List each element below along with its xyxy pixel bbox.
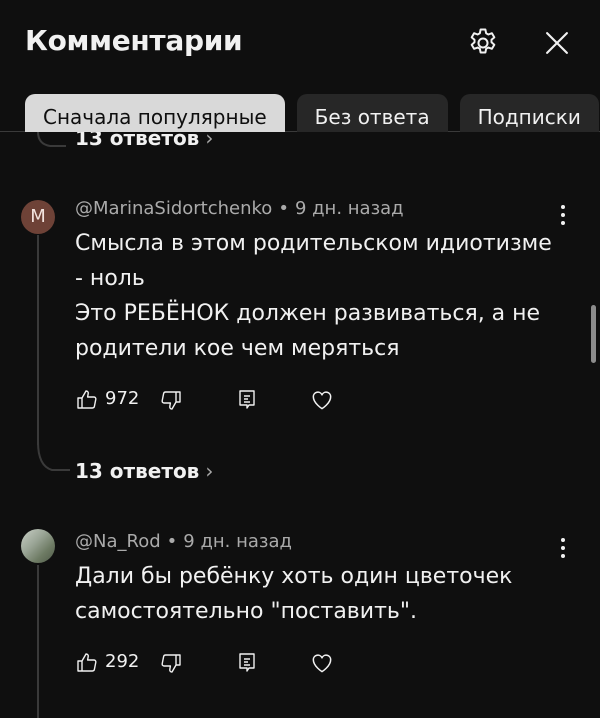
comment-line: самостоятельно "поставить". xyxy=(75,599,417,624)
comment-line: Дали бы ребёнку хоть один цветочек xyxy=(75,564,513,589)
comment-time: 9 дн. назад xyxy=(183,531,292,552)
replies-label: 13 ответов xyxy=(75,132,200,150)
thread-line xyxy=(37,565,39,718)
reply-icon[interactable] xyxy=(235,648,259,678)
meta-separator: • xyxy=(166,531,178,552)
comment-meta: @MarinaSidortchenko • 9 дн. назад xyxy=(75,198,404,219)
comment-text: Смысла в этом родительском идиотизме - н… xyxy=(75,226,580,366)
replies-toggle[interactable]: 13 ответов › xyxy=(75,459,213,483)
thread-connector xyxy=(37,442,70,471)
dislike-icon[interactable] xyxy=(159,648,183,678)
gear-icon[interactable] xyxy=(466,26,500,60)
chevron-right-icon: › xyxy=(205,459,214,483)
comment-line: - ноль xyxy=(75,266,145,291)
comments-list[interactable]: 13 ответов › M @MarinaSidortchenko • 9 дн. … xyxy=(0,132,600,718)
comment-meta: @Na_Rod • 9 дн. назад xyxy=(75,531,292,552)
heart-icon[interactable] xyxy=(309,385,335,415)
scrollbar[interactable] xyxy=(591,305,596,363)
chip-unanswered[interactable]: Без ответа xyxy=(296,94,448,132)
chip-subscriptions[interactable]: Подписки xyxy=(459,94,599,132)
avatar[interactable]: M xyxy=(21,200,55,234)
replies-toggle[interactable]: 13 ответов › xyxy=(75,132,213,150)
comments-header: Комментарии Сначала популярные Без ответа… xyxy=(0,0,600,132)
like-icon[interactable] xyxy=(75,648,99,678)
heart-icon[interactable] xyxy=(309,648,335,678)
replies-label: 13 ответов xyxy=(75,459,200,483)
meta-separator: • xyxy=(278,198,289,219)
page-title: Комментарии xyxy=(25,24,243,57)
chevron-right-icon: › xyxy=(205,132,214,150)
comment-text: Дали бы ребёнку хоть один цветочек самос… xyxy=(75,559,580,629)
comment-line: родители кое чем меряться xyxy=(75,336,400,361)
like-count: 972 xyxy=(105,388,140,409)
dislike-icon[interactable] xyxy=(159,385,183,415)
comment-author[interactable]: @Na_Rod xyxy=(75,531,161,552)
avatar[interactable] xyxy=(21,529,55,563)
comment-line: Смысла в этом родительском идиотизме xyxy=(75,231,552,256)
thread-connector xyxy=(37,132,66,147)
comment-actions: 972 xyxy=(75,385,375,415)
thread-line xyxy=(37,235,39,445)
reply-icon[interactable] xyxy=(235,385,259,415)
like-count: 292 xyxy=(105,651,140,672)
like-icon[interactable] xyxy=(75,385,99,415)
comment-line: Это РЕБЁНОК должен развиваться, а не xyxy=(75,301,541,326)
close-icon[interactable] xyxy=(540,26,574,60)
comment-time: 9 дн. назад xyxy=(294,198,404,219)
comment-actions: 292 xyxy=(75,648,375,678)
comment-author[interactable]: @MarinaSidortchenko xyxy=(75,198,272,219)
chip-popular[interactable]: Сначала популярные xyxy=(25,94,285,132)
filter-chips: Сначала популярные Без ответа Подписки xyxy=(25,94,600,132)
